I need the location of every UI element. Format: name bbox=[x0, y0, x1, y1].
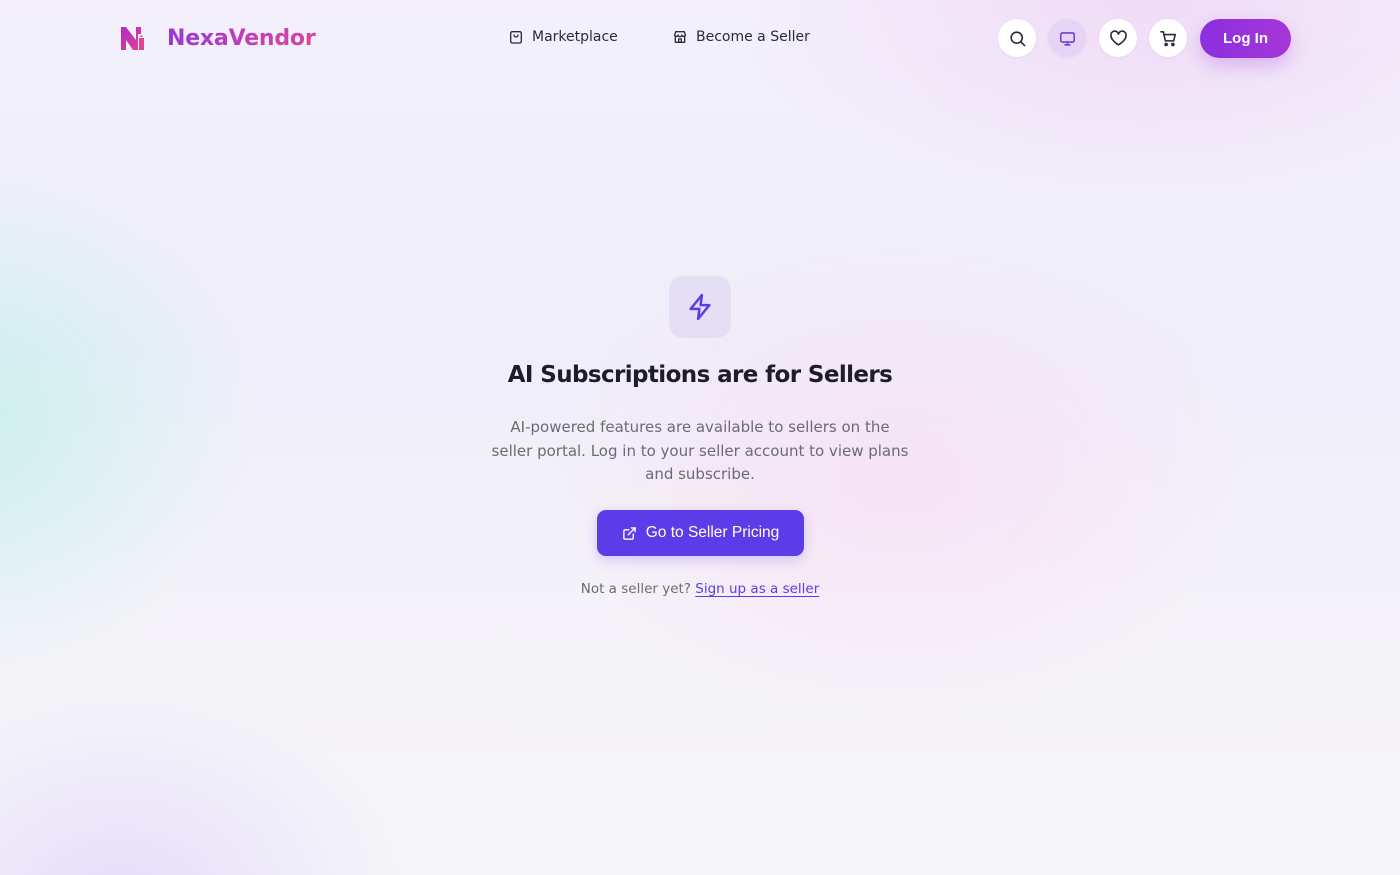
external-link-icon bbox=[622, 526, 636, 540]
cart-icon bbox=[1159, 30, 1176, 46]
brand-logo[interactable]: NexaVendor bbox=[118, 24, 316, 52]
signup-prompt-text: Not a seller yet? bbox=[580, 581, 691, 597]
nav-become-seller-label: Become a Seller bbox=[696, 29, 810, 45]
heart-icon bbox=[1109, 29, 1127, 46]
cta-label: Go to Seller Pricing bbox=[645, 524, 780, 541]
login-button[interactable]: Log In bbox=[1200, 19, 1291, 58]
nexavendor-logo-icon bbox=[121, 27, 144, 50]
monitor-icon bbox=[1059, 31, 1075, 46]
page-title: AI Subscriptions are for Sellers bbox=[507, 362, 893, 388]
top-header: NexaVendor Marketplace Become a Seller L… bbox=[0, 0, 1400, 78]
nav-marketplace-label: Marketplace bbox=[532, 29, 618, 45]
search-icon bbox=[1009, 30, 1025, 46]
signup-as-seller-link[interactable]: Sign up as a seller bbox=[695, 581, 819, 597]
shopping-bag-icon bbox=[510, 30, 522, 44]
nav-become-seller-link[interactable]: Become a Seller bbox=[672, 29, 810, 45]
page-description: AI-powered features are available to sel… bbox=[491, 418, 909, 483]
storefront-icon bbox=[674, 31, 686, 43]
signup-prompt: Not a seller yet? Sign up as a seller bbox=[400, 581, 1000, 597]
wishlist-button[interactable] bbox=[1099, 19, 1137, 57]
go-to-seller-pricing-button[interactable]: Go to Seller Pricing bbox=[597, 510, 804, 556]
search-button[interactable] bbox=[998, 19, 1036, 57]
lightning-bolt-icon bbox=[689, 293, 711, 321]
nav-marketplace-link[interactable]: Marketplace bbox=[508, 29, 618, 45]
hero-icon-tile bbox=[669, 276, 731, 338]
brand-name: NexaVendor bbox=[167, 25, 316, 51]
display-mode-button[interactable] bbox=[1048, 19, 1086, 57]
cart-button[interactable] bbox=[1149, 19, 1187, 57]
